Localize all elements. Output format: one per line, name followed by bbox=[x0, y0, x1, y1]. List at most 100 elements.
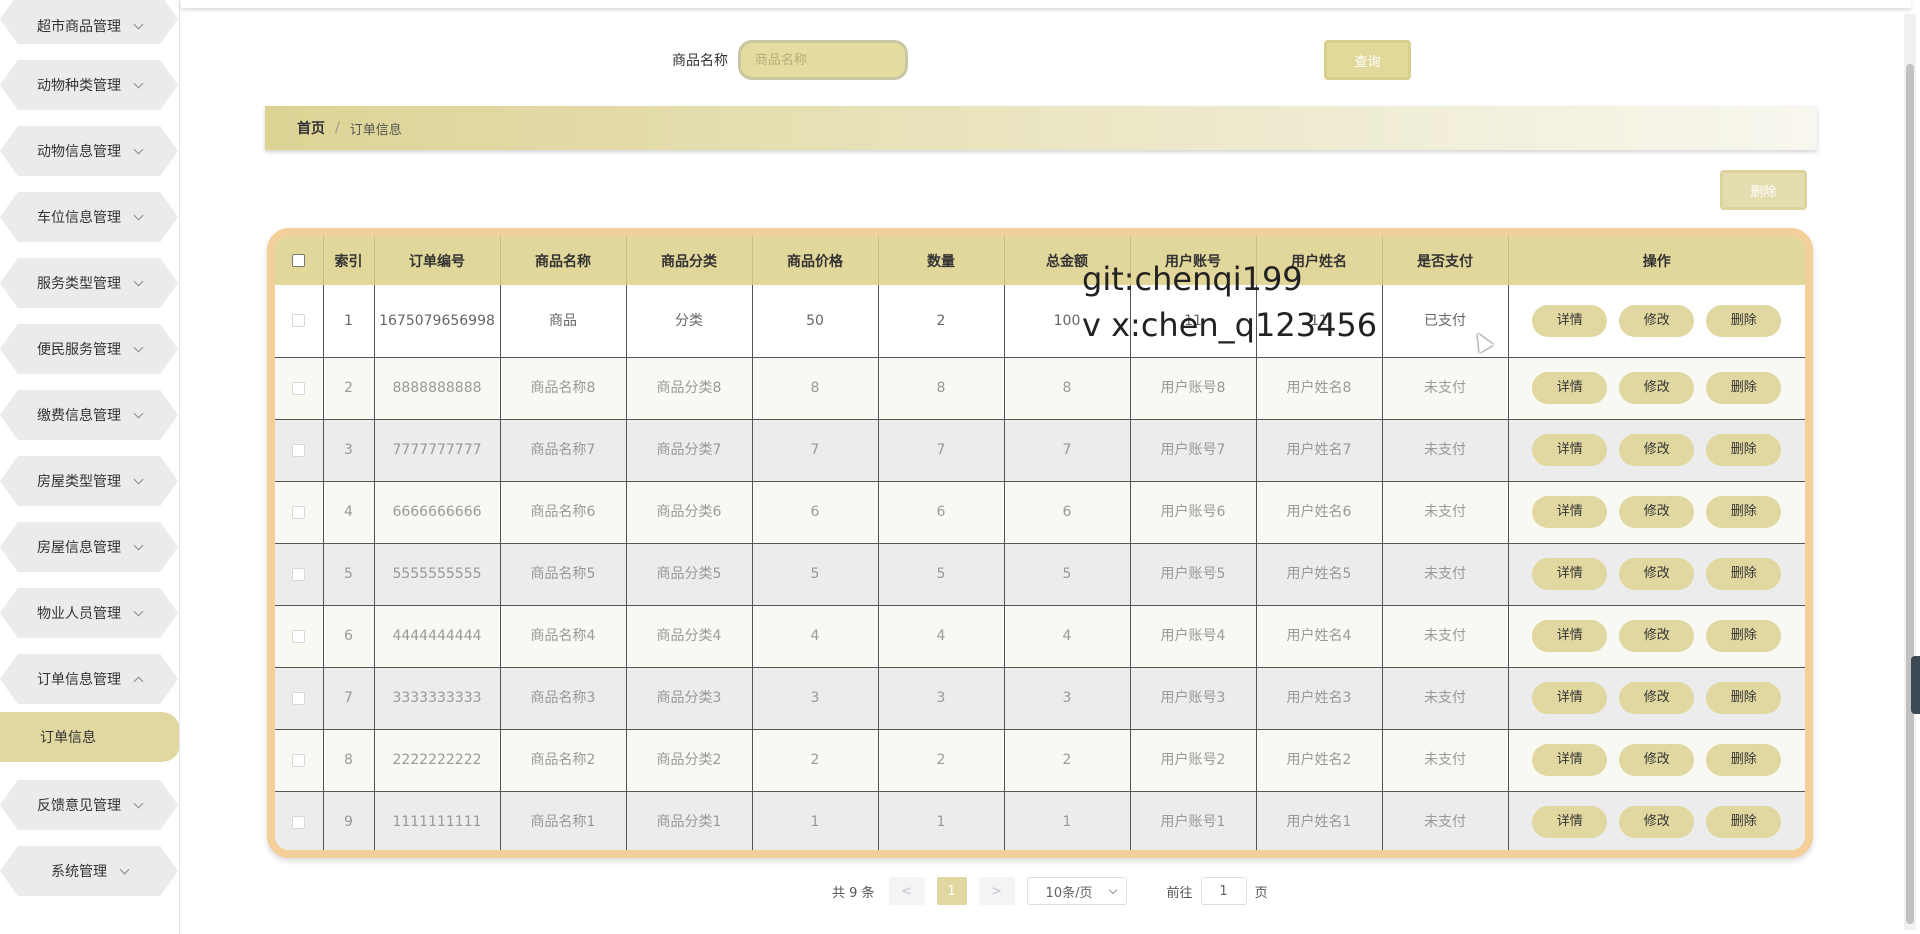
sidebar-menu-item[interactable]: 服务类型管理 bbox=[0, 250, 179, 316]
prev-page-button[interactable]: < bbox=[888, 877, 925, 905]
row-actions: 详情 修改 删除 bbox=[1509, 620, 1806, 652]
detail-button[interactable]: 详情 bbox=[1532, 620, 1608, 652]
detail-button[interactable]: 详情 bbox=[1532, 496, 1608, 528]
cell-index: 6 bbox=[323, 605, 375, 668]
detail-button[interactable]: 详情 bbox=[1532, 304, 1608, 337]
delete-button[interactable]: 删除 bbox=[1706, 744, 1782, 776]
table-row[interactable]: 8 2222222222 商品名称2 商品分类2 2 2 2 用户账号2 用户姓名2 未支付 详情修… bbox=[275, 729, 1806, 792]
next-page-button[interactable]: > bbox=[978, 877, 1015, 905]
cell-goods-category: 商品分类8 bbox=[626, 357, 753, 420]
select-all-checkbox[interactable] bbox=[292, 254, 306, 267]
delete-button[interactable]: 删除 bbox=[1706, 682, 1782, 714]
edit-button[interactable]: 修改 bbox=[1619, 372, 1695, 404]
sidebar-menu-item[interactable]: 超市商品管理 bbox=[0, 0, 179, 52]
edit-button[interactable]: 修改 bbox=[1619, 496, 1695, 528]
table-row[interactable]: 5 5555555555 商品名称5 商品分类5 5 5 5 用户账号5 用户姓名5 未支付 详情修… bbox=[275, 543, 1805, 606]
row-checkbox[interactable] bbox=[292, 815, 306, 829]
row-actions: 详情 修改 删除 bbox=[1509, 434, 1806, 466]
cell-goods-category: 分类 bbox=[626, 285, 753, 358]
row-checkbox[interactable] bbox=[292, 691, 306, 705]
delete-button[interactable]: 删除 bbox=[1706, 558, 1782, 590]
scrollbar-thumb[interactable] bbox=[1906, 64, 1914, 924]
sidebar-subitem-active[interactable]: 订单信息 bbox=[0, 712, 179, 762]
cell-order-no: 1111111111 bbox=[374, 791, 501, 850]
cell-paid: 未支付 bbox=[1382, 729, 1509, 792]
row-checkbox[interactable] bbox=[292, 567, 306, 581]
sidebar-menu-label: 缴费信息管理 bbox=[37, 408, 121, 424]
cell-goods-name: 商品名称5 bbox=[500, 543, 627, 606]
edit-button[interactable]: 修改 bbox=[1619, 806, 1695, 838]
row-actions-cell: 详情 修改 删除 bbox=[1508, 667, 1806, 730]
cell-paid: 未支付 bbox=[1382, 543, 1509, 606]
sidebar-menu-item[interactable]: 缴费信息管理 bbox=[0, 382, 179, 448]
sidebar-menu-item[interactable]: 反馈意见管理 bbox=[0, 772, 179, 838]
delete-button[interactable]: 删除 bbox=[1706, 806, 1782, 838]
row-checkbox[interactable] bbox=[292, 753, 306, 767]
cell-qty: 2 bbox=[878, 729, 1005, 792]
sidebar-menu-item[interactable]: 物业人员管理 bbox=[0, 580, 179, 646]
row-checkbox[interactable] bbox=[292, 505, 306, 519]
sidebar-menu-item[interactable]: 房屋信息管理 bbox=[0, 514, 179, 580]
sidebar-menu-item[interactable]: 动物信息管理 bbox=[0, 118, 179, 184]
cell-paid: 未支付 bbox=[1382, 419, 1509, 482]
table-row[interactable]: 6 4444444444 商品名称4 商品分类4 4 4 4 用户账号4 用户姓名4 未支付 详情修… bbox=[275, 605, 1806, 668]
cell-user-name: 用户姓名3 bbox=[1256, 667, 1383, 730]
table-row[interactable]: 3 7777777777 商品名称7 商品分类7 7 7 7 用户账号7 用户姓名7 未支付 详情修… bbox=[275, 419, 1806, 482]
pagination: 共 9 条 < 1 > 10条/页 前往 页 bbox=[832, 877, 1268, 905]
edit-button[interactable]: 修改 bbox=[1619, 620, 1695, 652]
row-actions: 详情 修改 删除 bbox=[1509, 682, 1806, 714]
goto-page-input[interactable] bbox=[1200, 877, 1247, 905]
row-actions: 详情 修改 删除 bbox=[1509, 304, 1806, 337]
side-tab-handle[interactable] bbox=[1911, 656, 1920, 714]
row-actions-cell: 详情 修改 删除 bbox=[1508, 605, 1806, 668]
detail-button[interactable]: 详情 bbox=[1532, 558, 1608, 590]
delete-button[interactable]: 删除 bbox=[1706, 496, 1782, 528]
sidebar-menu-label: 动物种类管理 bbox=[37, 78, 121, 94]
cell-price: 7 bbox=[752, 419, 879, 482]
sidebar-menu-item[interactable]: 车位信息管理 bbox=[0, 184, 179, 250]
cell-total: 1 bbox=[1004, 791, 1131, 850]
detail-button[interactable]: 详情 bbox=[1532, 434, 1608, 466]
edit-button[interactable]: 修改 bbox=[1619, 558, 1695, 590]
page-size-select[interactable]: 10条/页 bbox=[1026, 877, 1127, 905]
goto-prefix: 前往 bbox=[1166, 885, 1193, 901]
delete-button[interactable]: 删除 bbox=[1706, 372, 1782, 404]
table-row[interactable]: 7 3333333333 商品名称3 商品分类3 3 3 3 用户账号3 用户姓名3 未支付 详情修… bbox=[275, 667, 1806, 730]
detail-button[interactable]: 详情 bbox=[1532, 682, 1608, 714]
sidebar-menu-item[interactable]: 便民服务管理 bbox=[0, 316, 179, 382]
breadcrumb-home[interactable]: 首页 bbox=[297, 118, 325, 138]
row-checkbox[interactable] bbox=[292, 443, 306, 457]
sidebar-menu-item[interactable]: 订单信息管理 bbox=[0, 646, 179, 712]
detail-button[interactable]: 详情 bbox=[1532, 806, 1608, 838]
cell-goods-category: 商品分类3 bbox=[626, 667, 753, 730]
edit-button[interactable]: 修改 bbox=[1619, 744, 1695, 776]
sidebar-menu-item[interactable]: 系统管理 bbox=[0, 838, 179, 904]
batch-delete-button[interactable]: 删除 bbox=[1720, 170, 1807, 210]
sidebar-menu-item[interactable]: 房屋类型管理 bbox=[0, 448, 179, 514]
delete-button[interactable]: 删除 bbox=[1706, 304, 1782, 337]
row-checkbox[interactable] bbox=[292, 381, 306, 395]
detail-button[interactable]: 详情 bbox=[1532, 744, 1608, 776]
cell-order-no: 8888888888 bbox=[374, 357, 501, 420]
row-checkbox[interactable] bbox=[292, 629, 306, 643]
row-checkbox[interactable] bbox=[292, 314, 306, 328]
table-row[interactable]: 9 1111111111 商品名称1 商品分类1 1 1 1 用户账号1 用户姓名1 未支付 详情修… bbox=[275, 791, 1805, 850]
goods-name-search-input[interactable] bbox=[738, 40, 908, 80]
page-scrollbar[interactable] bbox=[1904, 14, 1916, 930]
detail-button[interactable]: 详情 bbox=[1532, 372, 1608, 404]
cell-qty: 3 bbox=[878, 667, 1005, 730]
delete-button[interactable]: 删除 bbox=[1706, 620, 1782, 652]
row-actions-cell: 详情 修改 删除 bbox=[1508, 791, 1805, 850]
table-row[interactable]: 2 8888888888 商品名称8 商品分类8 8 8 8 用户账号8 用户姓名8 未支付 详情修… bbox=[275, 357, 1805, 420]
sidebar-menu-item[interactable]: 动物种类管理 bbox=[0, 52, 179, 118]
query-button[interactable]: 查询 bbox=[1324, 40, 1411, 80]
page-number-current[interactable]: 1 bbox=[936, 877, 967, 905]
edit-button[interactable]: 修改 bbox=[1619, 434, 1695, 466]
table-row[interactable]: 1 1675079656998 商品 分类 50 2 100 11 11 已支付 详情 修改 删除 bbox=[275, 285, 1806, 358]
edit-button[interactable]: 修改 bbox=[1619, 304, 1695, 337]
table-row[interactable]: 4 6666666666 商品名称6 商品分类6 6 6 6 用户账号6 用户姓名6 未支付 详情修… bbox=[275, 481, 1805, 544]
breadcrumb-separator: / bbox=[335, 120, 340, 136]
row-actions: 详情 修改 删除 bbox=[1509, 744, 1806, 776]
edit-button[interactable]: 修改 bbox=[1619, 682, 1695, 714]
delete-button[interactable]: 删除 bbox=[1706, 434, 1782, 466]
